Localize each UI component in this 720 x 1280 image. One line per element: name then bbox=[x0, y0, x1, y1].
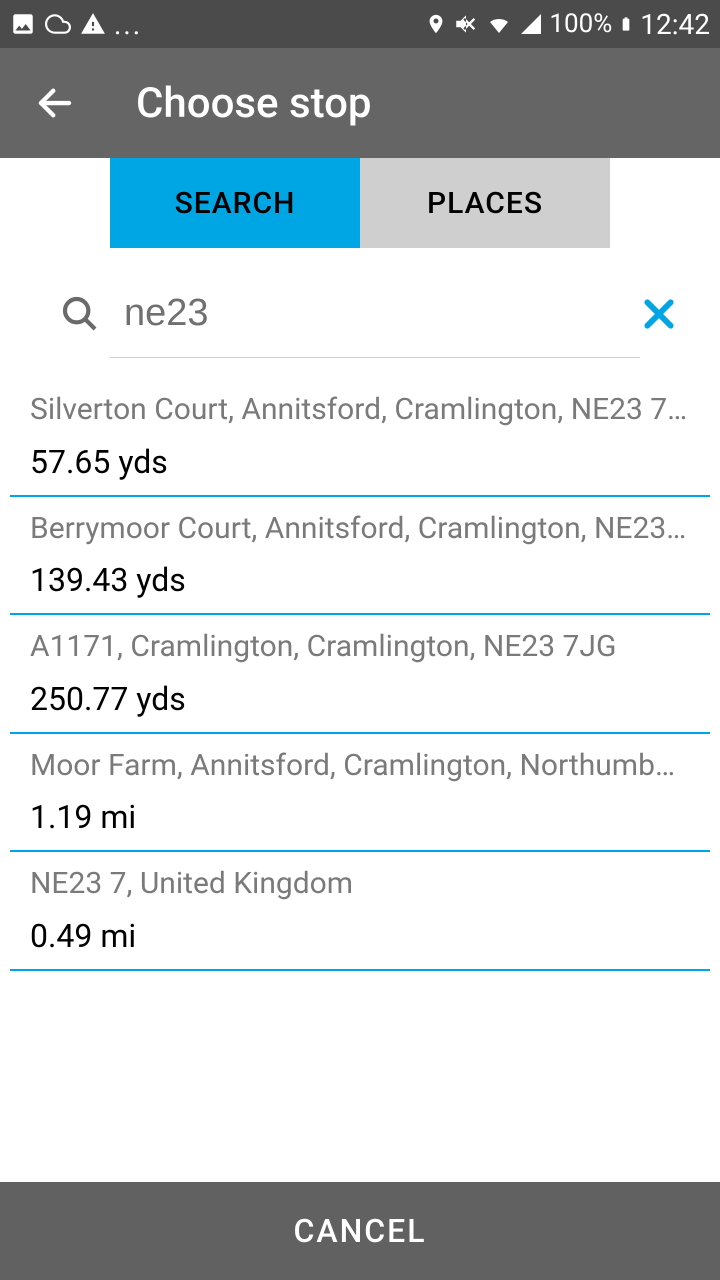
cancel-button[interactable]: CANCEL bbox=[293, 1212, 426, 1250]
clear-button[interactable] bbox=[621, 294, 697, 334]
result-address: NE23 7, United Kingdom bbox=[30, 864, 690, 905]
more-icon: ... bbox=[114, 8, 142, 41]
list-item[interactable]: Moor Farm, Annitsford, Cramlington, Nort… bbox=[10, 734, 710, 853]
status-time: 12:42 bbox=[640, 8, 710, 41]
search-underline bbox=[110, 357, 640, 358]
cloud-icon bbox=[44, 11, 72, 37]
location-icon bbox=[425, 11, 447, 37]
list-item[interactable]: A1171, Cramlington, Cramlington, NE23 7J… bbox=[10, 615, 710, 734]
list-item[interactable]: NE23 7, United Kingdom 0.49 mi bbox=[10, 852, 710, 971]
mute-icon bbox=[453, 11, 479, 37]
list-item[interactable]: Silverton Court, Annitsford, Cramlington… bbox=[10, 378, 710, 497]
tab-places[interactable]: PLACES bbox=[360, 158, 610, 248]
app-bar: Choose stop bbox=[0, 48, 720, 158]
image-icon bbox=[10, 11, 36, 37]
signal-icon bbox=[519, 12, 543, 36]
list-item[interactable]: Berrymoor Court, Annitsford, Cramlington… bbox=[10, 497, 710, 616]
back-button[interactable] bbox=[30, 78, 80, 128]
battery-pct: 100% bbox=[549, 9, 612, 39]
status-bar: ... 100% 12:42 bbox=[0, 0, 720, 48]
result-address: Silverton Court, Annitsford, Cramlington… bbox=[30, 390, 690, 431]
tabs: SEARCH PLACES bbox=[0, 158, 720, 248]
arrow-left-icon bbox=[34, 82, 76, 124]
wifi-icon bbox=[485, 12, 513, 36]
search-input[interactable] bbox=[100, 288, 621, 339]
result-distance: 139.43 yds bbox=[30, 561, 690, 599]
status-left: ... bbox=[10, 8, 142, 41]
result-address: Berrymoor Court, Annitsford, Cramlington… bbox=[30, 509, 690, 550]
result-address: A1171, Cramlington, Cramlington, NE23 7J… bbox=[30, 627, 690, 668]
result-distance: 250.77 yds bbox=[30, 680, 690, 718]
battery-icon bbox=[618, 11, 634, 37]
footer: CANCEL bbox=[0, 1182, 720, 1280]
result-address: Moor Farm, Annitsford, Cramlington, Nort… bbox=[30, 746, 690, 787]
result-distance: 0.49 mi bbox=[30, 917, 690, 955]
result-distance: 1.19 mi bbox=[30, 798, 690, 836]
result-distance: 57.65 yds bbox=[30, 443, 690, 481]
tab-search[interactable]: SEARCH bbox=[110, 158, 360, 248]
search-row bbox=[0, 258, 720, 345]
search-icon bbox=[60, 294, 100, 334]
results-list: Silverton Court, Annitsford, Cramlington… bbox=[0, 378, 720, 971]
close-icon bbox=[639, 294, 679, 334]
page-title: Choose stop bbox=[136, 79, 372, 128]
warning-icon bbox=[80, 11, 106, 37]
status-right: 100% 12:42 bbox=[425, 8, 710, 41]
